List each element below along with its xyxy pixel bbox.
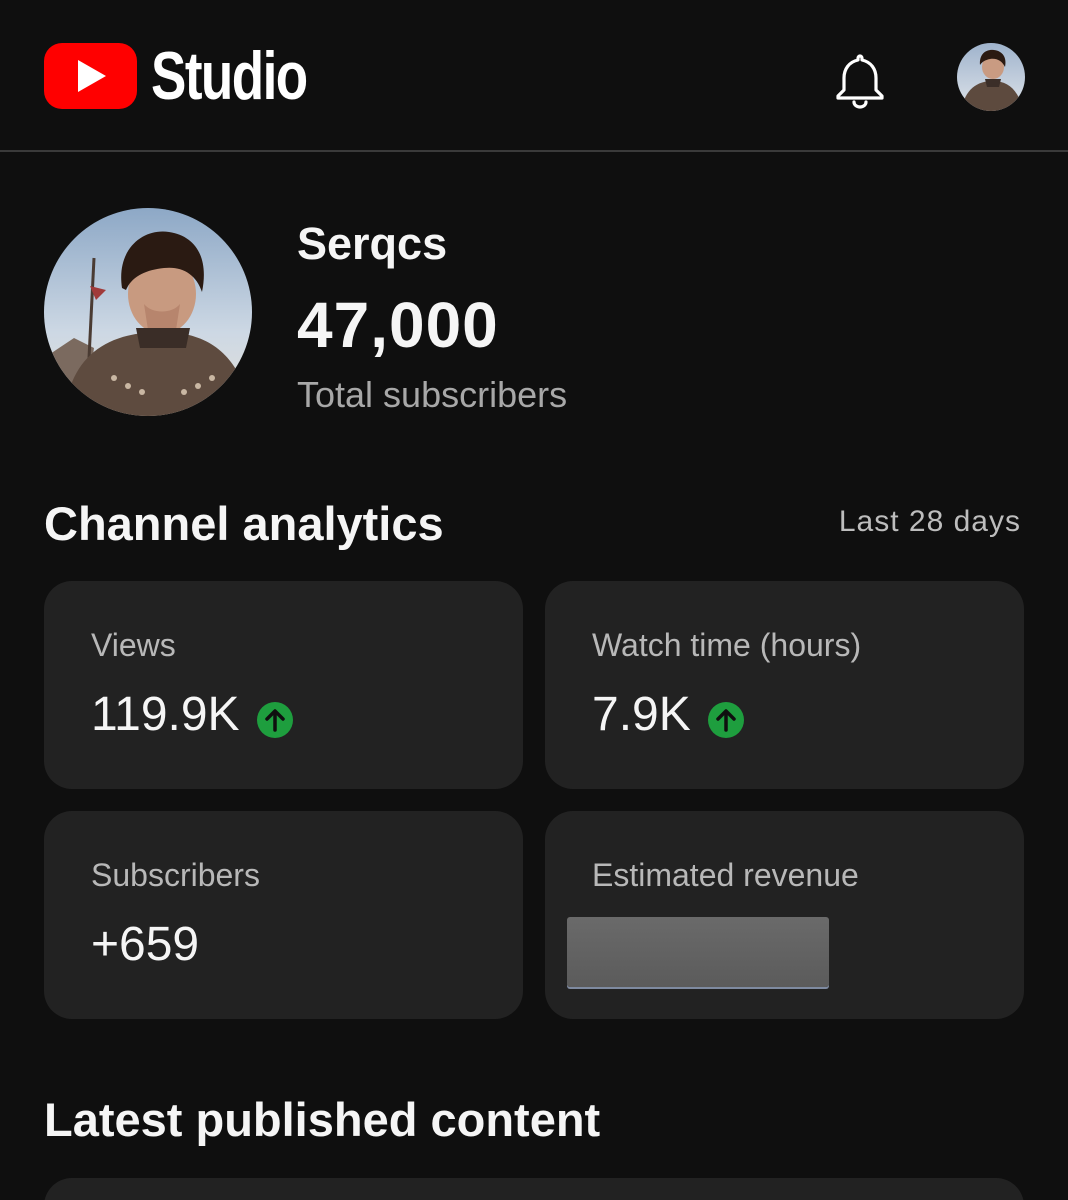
youtube-play-icon — [44, 43, 137, 109]
trend-up-icon — [707, 696, 745, 738]
redacted-value — [567, 917, 829, 987]
card-value: 119.9K — [91, 688, 240, 741]
latest-content-title: Latest published content — [44, 1093, 601, 1146]
card-label: Watch time (hours) — [592, 627, 862, 663]
logo-text: Studio — [151, 38, 308, 114]
watch-time-card[interactable]: Watch time (hours) 7.9K — [545, 581, 1024, 789]
channel-analytics-title: Channel analytics — [44, 497, 444, 550]
channel-avatar[interactable] — [44, 208, 252, 416]
bell-icon[interactable] — [830, 50, 890, 110]
card-label: Views — [91, 627, 176, 663]
views-card[interactable]: Views 119.9K — [44, 581, 523, 789]
date-range-label: Last 28 days — [838, 505, 1021, 538]
channel-name: Serqcs — [297, 218, 448, 269]
latest-content-card[interactable] — [44, 1178, 1024, 1200]
total-subscribers-label: Total subscribers — [297, 374, 568, 415]
card-value: +659 — [91, 918, 200, 971]
card-label: Subscribers — [91, 857, 260, 893]
subscribers-card[interactable]: Subscribers +659 — [44, 811, 523, 1019]
account-avatar[interactable] — [957, 43, 1025, 111]
studio-page: Studio Serqcs 47,000 Total subscribers C… — [0, 0, 1068, 1200]
app-header: Studio — [0, 0, 1068, 152]
card-label: Estimated revenue — [592, 857, 859, 893]
estimated-revenue-card[interactable]: Estimated revenue — [545, 811, 1024, 1019]
studio-logo[interactable]: Studio — [44, 42, 351, 110]
trend-up-icon — [256, 696, 294, 738]
total-subscriber-count: 47,000 — [297, 289, 499, 361]
card-value: 7.9K — [592, 688, 691, 741]
